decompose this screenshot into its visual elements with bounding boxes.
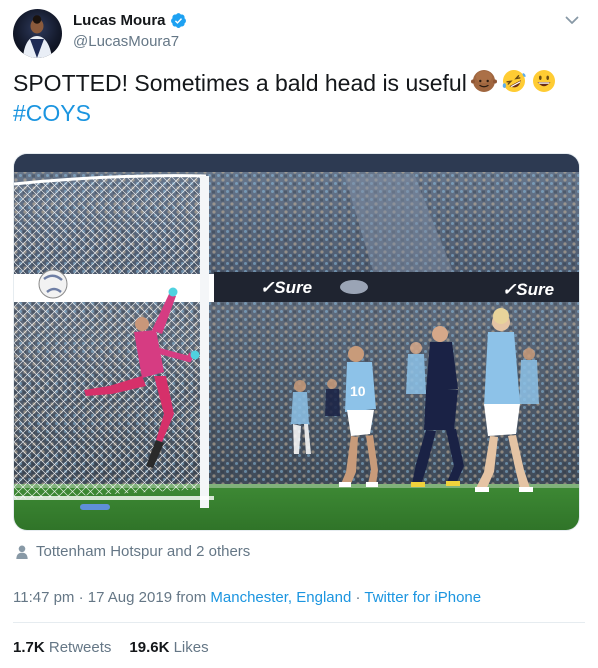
tweet-photo[interactable]: ✓Sure ✓Sure 10: [13, 153, 580, 531]
svg-text:✓Sure: ✓Sure: [260, 278, 312, 297]
tweet-text: SPOTTED! Sometimes a bald head is useful…: [13, 68, 557, 128]
divider: [13, 622, 585, 623]
tweet-time[interactable]: 11:47 pm: [13, 589, 74, 606]
location-link[interactable]: Manchester, England: [210, 589, 351, 606]
tweet-text-line: SPOTTED! Sometimes a bald head is useful: [13, 68, 557, 98]
retweets-count[interactable]: 1.7K: [13, 639, 45, 656]
person-icon: [16, 545, 28, 559]
tweet-body: SPOTTED! Sometimes a bald head is useful: [13, 70, 467, 96]
likes-count[interactable]: 19.6K: [129, 639, 169, 656]
author-name-row[interactable]: Lucas Moura: [73, 12, 187, 29]
verified-badge-icon: [170, 13, 186, 28]
tweet-date[interactable]: 17 Aug 2019: [88, 589, 172, 606]
source-link[interactable]: Twitter for iPhone: [364, 589, 481, 606]
bald-man-emoji-icon: [470, 70, 497, 92]
ad-board-text-2: Sure: [516, 280, 554, 299]
social-context[interactable]: Tottenham Hotspur and 2 others: [16, 543, 250, 560]
social-context-text[interactable]: Tottenham Hotspur and 2 others: [36, 543, 250, 560]
ad-board-text-1: Sure: [274, 278, 312, 297]
author-display-name[interactable]: Lucas Moura: [73, 12, 166, 29]
football-photo: ✓Sure ✓Sure 10: [14, 154, 579, 530]
meta-separator: ·: [351, 589, 365, 606]
grinning-emoji-icon: [532, 70, 555, 92]
author-handle[interactable]: @LucasMoura7: [73, 33, 179, 50]
emoji-group: [470, 68, 557, 94]
shirt-number-1: 10: [350, 383, 366, 399]
retweets-label[interactable]: Retweets: [45, 639, 112, 656]
meta-from: from: [172, 589, 211, 606]
svg-text:✓Sure: ✓Sure: [502, 280, 554, 299]
avatar[interactable]: [13, 9, 62, 58]
likes-label[interactable]: Likes: [169, 639, 209, 656]
engagement-stats: 1.7K Retweets 19.6K Likes: [13, 639, 209, 656]
hashtag-link[interactable]: #COYS: [13, 98, 557, 128]
retweets-stat[interactable]: 1.7K Retweets: [13, 639, 111, 656]
rolling-laughing-emoji-icon: [502, 70, 526, 92]
tweet-meta: 11:47 pm · 17 Aug 2019 from Manchester, …: [13, 589, 481, 606]
meta-separator: ·: [74, 589, 88, 606]
chevron-down-icon[interactable]: [562, 10, 582, 30]
likes-stat[interactable]: 19.6K Likes: [129, 639, 208, 656]
tweet-card: Lucas Moura @LucasMoura7 SPOTTED! Someti…: [0, 0, 598, 668]
avatar-photo: [23, 15, 52, 58]
